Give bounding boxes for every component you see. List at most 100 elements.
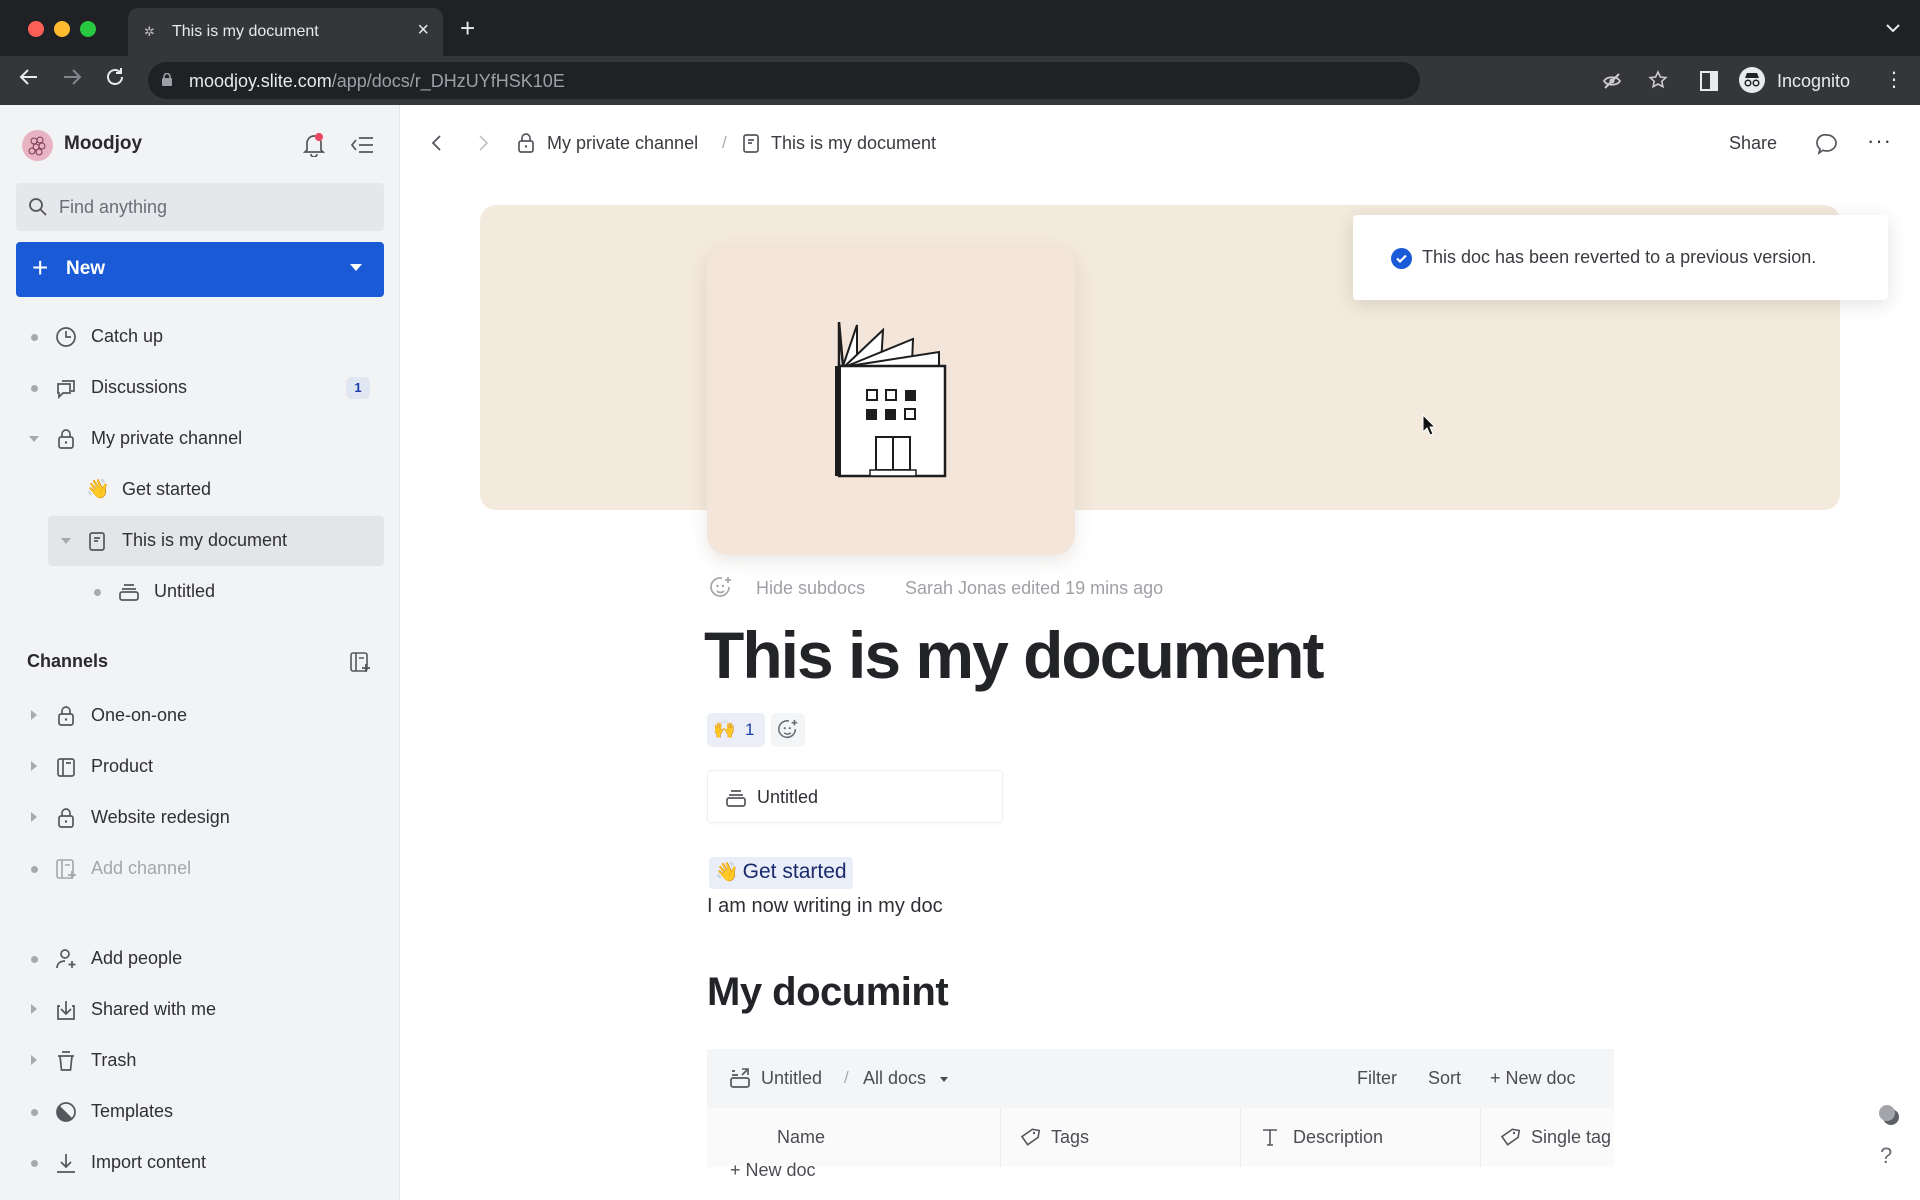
browser-menu-icon[interactable]: ⋮ [1884,68,1904,92]
column-header-description[interactable]: Description [1241,1108,1481,1167]
search-input[interactable]: Find anything [16,183,384,231]
collection-table: Untitled / All docs Filter Sort + New do… [707,1049,1614,1200]
search-placeholder: Find anything [59,197,168,217]
sidebar-item-get-started[interactable]: 👋 Get started [0,465,400,515]
collection-name[interactable]: Untitled [761,1068,822,1089]
sidebar-channel-product[interactable]: Product [0,742,400,792]
sidebar-channel-website-redesign[interactable]: Website redesign [0,793,400,843]
window-maximize-button[interactable] [80,21,96,37]
forward-arrow-icon[interactable] [476,132,490,154]
notifications-bell-icon[interactable] [303,133,325,157]
chat-bubbles-icon [57,380,75,399]
window-minimize-button[interactable] [54,21,70,37]
sidebar-item-label: Trash [91,1050,137,1070]
browser-reload-button[interactable] [104,66,126,95]
sidebar-item-label: Import content [91,1152,207,1172]
trash-icon [58,1051,74,1071]
mouse-cursor-icon [1422,414,1436,436]
filter-button[interactable]: Filter [1357,1068,1397,1089]
subdoc-card-untitled[interactable]: Untitled [707,770,1003,823]
comment-icon[interactable] [1815,132,1839,156]
sidebar-item-label: Get started [122,479,212,499]
share-button[interactable]: Share [1729,133,1777,154]
breadcrumb-document[interactable]: This is my document [771,133,936,154]
more-options-icon[interactable]: ··· [1867,128,1892,154]
subdoc-card-label: Untitled [757,787,819,807]
reaction-chip[interactable]: 🙌 1 [707,713,765,747]
browser-back-button[interactable] [18,66,40,95]
collection-view-selector[interactable]: All docs [863,1068,926,1089]
tracking-protection-icon[interactable] [1602,71,1622,91]
sidebar-item-label: Discussions [91,377,188,397]
column-header-name[interactable]: Name [707,1108,1001,1167]
tag-icon [1020,1128,1040,1146]
new-dropdown-caret-icon[interactable] [350,264,362,271]
sidebar-item-discussions[interactable]: Discussions 1 [0,363,400,413]
new-doc-button[interactable]: + New doc [1490,1068,1576,1089]
browser-forward-button[interactable] [61,66,83,95]
expand-caret-icon[interactable] [31,1004,37,1014]
expand-caret-icon[interactable] [31,761,37,771]
expand-caret-icon[interactable] [29,436,39,442]
sidebar-item-untitled[interactable]: Untitled [0,567,400,617]
lock-icon [58,808,74,828]
sidebar: Moodjoy Find anything + New Catch up Dis… [0,105,400,1200]
sidebar-channel-one-on-one[interactable]: One-on-one [0,691,400,741]
expand-caret-icon[interactable] [31,710,37,720]
tab-close-icon[interactable]: × [417,19,429,42]
expand-caret-icon[interactable] [31,812,37,822]
sidebar-item-templates[interactable]: Templates [0,1087,400,1137]
url-text: moodjoy.slite.com/app/docs/r_DHzUYfHSK10… [189,71,565,91]
add-row-button[interactable]: + New doc [730,1160,816,1181]
workspace-avatar[interactable] [22,130,53,161]
bullet-icon [31,866,38,873]
sort-button[interactable]: Sort [1428,1068,1461,1089]
hide-subdocs-button[interactable]: Hide subdocs [756,578,865,599]
toast-message: This doc has been reverted to a previous… [1422,247,1817,267]
column-header-tags[interactable]: Tags [1001,1108,1241,1167]
help-icon[interactable]: ? [1880,1143,1892,1169]
back-arrow-icon[interactable] [430,132,444,154]
raising-hands-icon: 🙌 [713,719,736,739]
column-header-single-tag[interactable]: Single tag [1481,1108,1614,1167]
add-reaction-button[interactable] [771,713,805,747]
document-icon-card[interactable] [707,247,1075,555]
view-dropdown-caret-icon[interactable] [940,1077,948,1082]
incognito-profile-button[interactable]: Incognito [1733,62,1859,99]
sidebar-add-channel[interactable]: Add channel [0,844,400,894]
expand-caret-icon[interactable] [61,538,71,544]
address-bar[interactable]: moodjoy.slite.com/app/docs/r_DHzUYfHSK10… [148,62,1668,99]
add-emoji-icon[interactable] [709,576,733,600]
window-close-button[interactable] [28,21,44,37]
tab-search-chevron-icon[interactable] [1886,20,1900,38]
presence-avatars-icon[interactable] [1878,1104,1900,1126]
sidebar-item-my-private-channel[interactable]: My private channel [0,414,400,464]
body-paragraph[interactable]: I am now writing in my doc [707,895,943,918]
new-tab-button[interactable]: + [460,15,475,41]
collapse-sidebar-icon[interactable] [350,135,374,155]
collection-open-icon [730,1068,750,1088]
document-title[interactable]: This is my document [704,617,1324,693]
sidebar-item-shared-with-me[interactable]: Shared with me [0,985,400,1035]
workspace-name[interactable]: Moodjoy [64,133,142,155]
add-channel-icon[interactable] [349,651,371,673]
sidebar-item-add-people[interactable]: Add people [0,934,400,984]
browser-tab[interactable]: ✲ This is my document × [128,8,443,56]
sidebar-item-trash[interactable]: Trash [0,1036,400,1086]
new-button[interactable]: + New [16,242,384,297]
add-emoji-icon [778,719,798,739]
document-icon [89,532,105,551]
sidebar-item-this-is-my-document[interactable]: This is my document [48,516,384,566]
bullet-icon [31,334,38,341]
add-channel-icon [56,859,76,879]
sidebar-item-label: Catch up [91,326,164,346]
expand-caret-icon[interactable] [31,1055,37,1065]
doc-mention-get-started[interactable]: 👋 Get started [709,857,853,889]
search-icon [29,198,47,216]
sidebar-item-catch-up[interactable]: Catch up [0,312,400,362]
heading-2[interactable]: My documint [707,970,949,1015]
breadcrumb-channel[interactable]: My private channel [547,133,698,154]
side-panel-icon[interactable] [1700,71,1718,91]
bookmark-star-icon[interactable] [1648,70,1668,90]
sidebar-item-import-content[interactable]: Import content [0,1138,400,1188]
